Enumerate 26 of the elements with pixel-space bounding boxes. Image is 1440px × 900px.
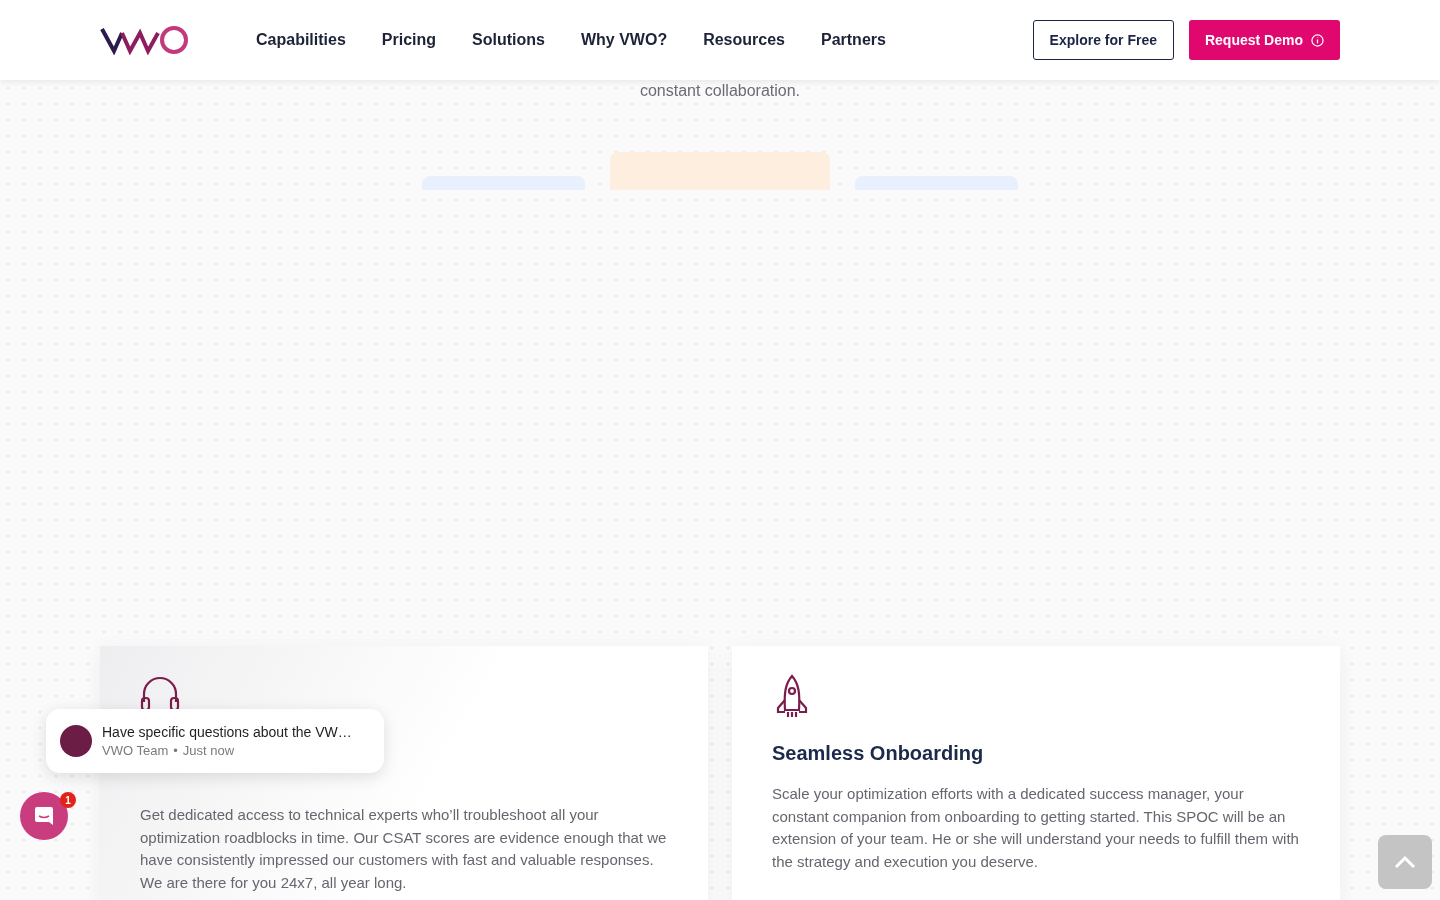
nav-link[interactable]: Resources [685,31,803,49]
chat-popup[interactable]: Have specific questions about the VW… VWO Team • Just now [46,709,384,773]
chat-message: Have specific questions about the VW… [102,724,352,740]
chat-launcher[interactable] [20,792,68,840]
info-icon [1311,33,1324,47]
logo[interactable] [100,25,190,55]
nav-link[interactable]: Partners [803,31,904,49]
card-title: Seamless Onboarding [772,742,985,765]
nav-link[interactable]: Capabilities [238,31,364,49]
avatar [60,725,92,757]
chat-time: Just now [182,743,235,758]
chat-icon [33,805,55,827]
nav-link[interactable]: Solutions [454,31,563,49]
explore-button[interactable]: Explore for Free [1032,20,1174,60]
scroll-top-button[interactable] [1378,835,1432,889]
request-demo-button[interactable]: Request Demo [1188,20,1340,60]
tab[interactable] [610,152,830,190]
unread-badge: 1 [60,792,76,808]
chat-author: VWO Team [102,743,169,758]
nav-link[interactable]: Pricing [363,31,455,49]
card-description: Scale your optimization efforts with a dedicated success manager, your constant companion from onboarding to getting started. This SPOC will be an extension of your team. He or she will understand your needs to fulfill them with the strategy and execution you deserve. [772,784,1300,872]
intro-text: constant collaboration. [639,82,801,100]
chevron-up-icon [1394,855,1416,869]
nav-link[interactable]: Why VWO? [562,31,686,49]
separator: • [173,743,178,758]
card-description: Get dedicated access to technical experts who’ll troubleshoot all your optimization roadblocks in time. Our CSAT scores are evidence enough that we have consistently impressed our customers with fast and valuable responses. We are there for you 24x7, all year long. [140,805,668,893]
